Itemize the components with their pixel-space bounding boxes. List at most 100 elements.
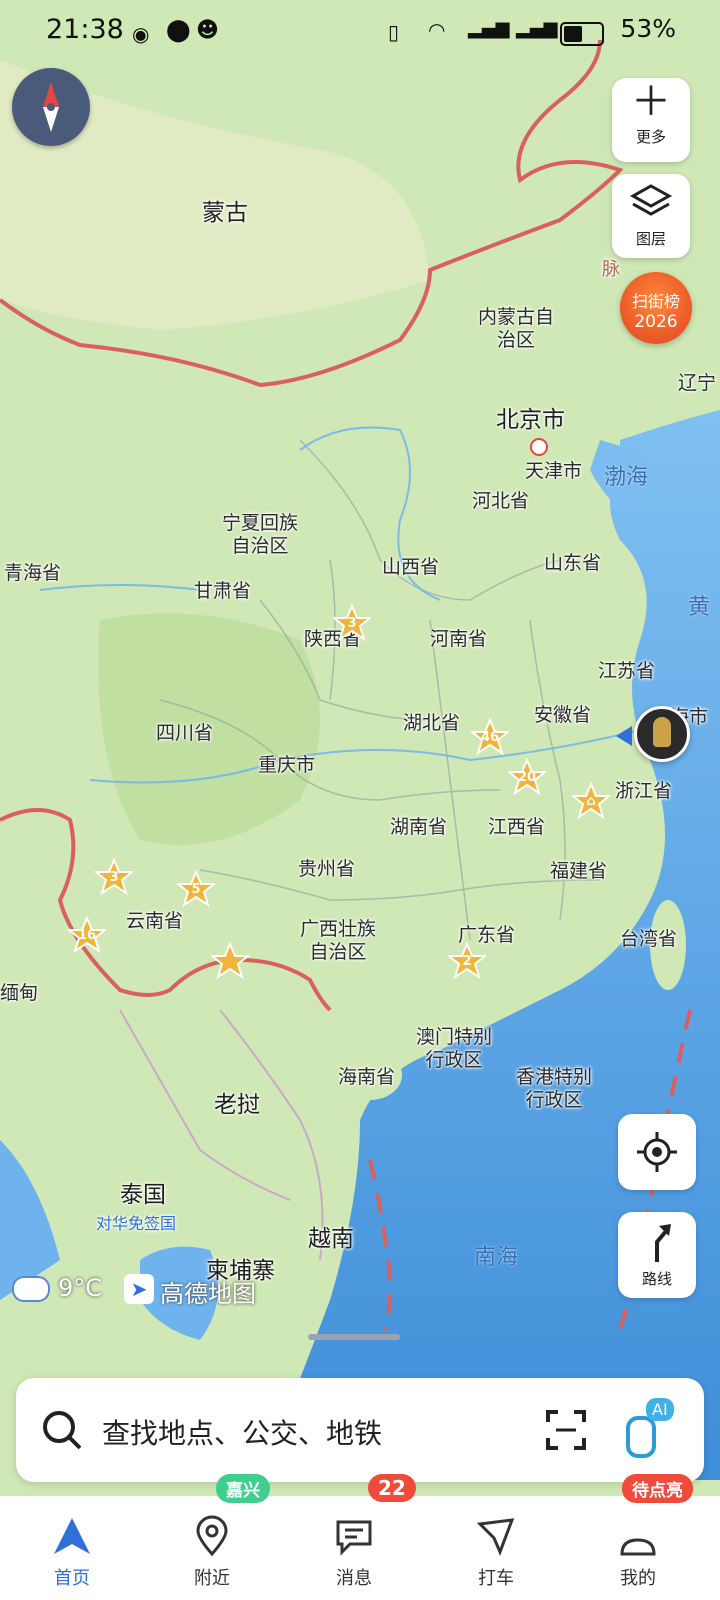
label-jiangxi[interactable]: 江西省 [488,816,545,839]
compass-button[interactable] [12,68,90,146]
tab-nearby-label: 附近 [194,1568,230,1589]
mine-badge: 待点亮 [622,1474,693,1503]
label-shanxi[interactable]: 山西省 [382,556,439,579]
label-taiwan[interactable]: 台湾省 [620,928,677,951]
star-count: 2 [462,954,472,969]
star-count: 46 [480,730,500,745]
label-nanhai[interactable]: 南海 [474,1246,518,1269]
tab-taxi[interactable]: 打车 [424,1496,568,1600]
promo-line2: 2026 [634,312,678,332]
label-beijing[interactable]: 北京市 [496,407,565,434]
label-tianjin[interactable]: 天津市 [525,460,582,483]
signal-5g-icon: ▂▄▆ [516,18,558,39]
label-huanghai[interactable]: 黄 [688,596,710,619]
star-marker[interactable]: 3 [95,858,133,896]
label-yunnan[interactable]: 云南省 [126,910,183,933]
nearby-city-badge: 嘉兴 [216,1474,270,1503]
avatar-figure-icon [653,717,671,747]
label-anhui[interactable]: 安徽省 [534,704,591,727]
tab-nearby[interactable]: 附近 嘉兴 [140,1474,284,1600]
voice-ai-button[interactable]: AI [622,1398,678,1458]
search-bar[interactable]: 查找地点、公交、地铁 AI [16,1378,704,1482]
label-thailand[interactable]: 泰国 [120,1182,166,1209]
brand-name: 高德地图 [160,1280,256,1308]
star-marker[interactable]: 16 [68,916,106,954]
plus-icon: ＋ [631,79,671,125]
signal-4g-icon: ▂▄▆ [468,18,510,39]
label-liaoning[interactable]: 辽宁 [678,372,716,395]
heading-arrow-icon [616,726,632,746]
star-marker[interactable]: 2 [448,942,486,980]
label-myanmar[interactable]: 缅甸 [0,982,38,1005]
more-label: 更多 [635,128,666,146]
layers-icon [629,184,673,216]
label-gansu[interactable]: 甘肃省 [194,580,251,603]
star-count: 3 [347,616,357,631]
status-bar: 21:38 ◉ ⬤ ☻ ▯ ◠ ▂▄▆ ▂▄▆ 53% [0,0,720,64]
scan-icon[interactable] [544,1408,588,1452]
eye-icon: ◉ [132,22,150,46]
star-count: 20 [517,770,537,785]
weather-temp: 9°C [58,1274,103,1302]
promo-badge[interactable]: 扫街榜 2026 [620,272,692,344]
location-pin-icon [196,1515,228,1557]
cloud-icon [12,1276,50,1302]
compass-icon [43,82,59,132]
label-hongkong[interactable]: 香港特别 行政区 [516,1066,592,1112]
label-hebei[interactable]: 河北省 [472,490,529,513]
label-shandong[interactable]: 山东省 [544,552,601,575]
route-label: 路线 [641,1270,672,1288]
star-marker[interactable]: 3 [333,604,371,642]
route-arrow-icon [655,1224,671,1262]
label-sichuan[interactable]: 四川省 [156,722,213,745]
label-jiangsu[interactable]: 江苏省 [598,660,655,683]
star-marker-large[interactable] [211,942,249,980]
label-guangxi[interactable]: 广西壮族 自治区 [300,918,376,964]
label-guizhou[interactable]: 贵州省 [298,858,355,881]
tab-home-label: 首页 [54,1568,90,1589]
tab-messages-label: 消息 [336,1568,372,1589]
label-nei-menggu[interactable]: 内蒙古自 治区 [478,306,554,352]
star-marker-home[interactable]: ⌂ [572,782,610,820]
label-visa-free[interactable]: 对华免签国 [96,1212,176,1235]
layers-label: 图层 [635,230,666,248]
label-macau[interactable]: 澳门特别 行政区 [416,1026,492,1072]
tab-messages[interactable]: 消息 22 [282,1474,426,1600]
promo-line1: 扫街榜 [631,292,680,311]
label-zhejiang[interactable]: 浙江省 [615,780,672,803]
qq-icon: ☻ [196,18,219,43]
label-mountain: 脉 [602,259,620,280]
label-bohai[interactable]: 渤海 [604,466,648,489]
label-ningxia[interactable]: 宁夏回族 自治区 [222,512,298,558]
route-button[interactable]: 路线 [618,1212,696,1298]
star-marker[interactable]: 46 [471,718,509,756]
more-button[interactable]: ＋ 更多 [612,78,690,162]
tab-mine[interactable]: 我的 待点亮 [566,1474,710,1600]
star-marker[interactable]: 5 [177,870,215,908]
label-qinghai[interactable]: 青海省 [4,562,61,585]
locate-button[interactable] [618,1114,696,1190]
label-chongqing[interactable]: 重庆市 [258,754,315,777]
label-laos[interactable]: 老挝 [214,1092,260,1119]
tab-taxi-label: 打车 [478,1568,514,1589]
sheet-drag-handle[interactable] [308,1334,400,1340]
label-henan[interactable]: 河南省 [430,628,487,651]
user-location-avatar[interactable] [634,706,690,762]
battery-icon [560,22,604,46]
label-fujian[interactable]: 福建省 [550,860,607,883]
ai-badge: AI [646,1398,674,1421]
taxi-flag-icon [476,1518,515,1557]
tab-home[interactable]: 首页 [0,1496,144,1600]
label-hainan[interactable]: 海南省 [338,1066,395,1089]
status-time: 21:38 [46,14,124,45]
label-vietnam[interactable]: 越南 [308,1226,354,1253]
location-icon: ⬤ [166,18,191,43]
label-hubei[interactable]: 湖北省 [403,712,460,735]
star-marker[interactable]: 20 [508,758,546,796]
home-icon: ⌂ [586,794,596,809]
label-hunan[interactable]: 湖南省 [390,816,447,839]
layers-button[interactable]: 图层 [612,174,690,258]
user-profile-icon [620,1538,656,1556]
star-count: 3 [109,870,119,885]
label-mongolia[interactable]: 蒙古 [202,200,248,227]
